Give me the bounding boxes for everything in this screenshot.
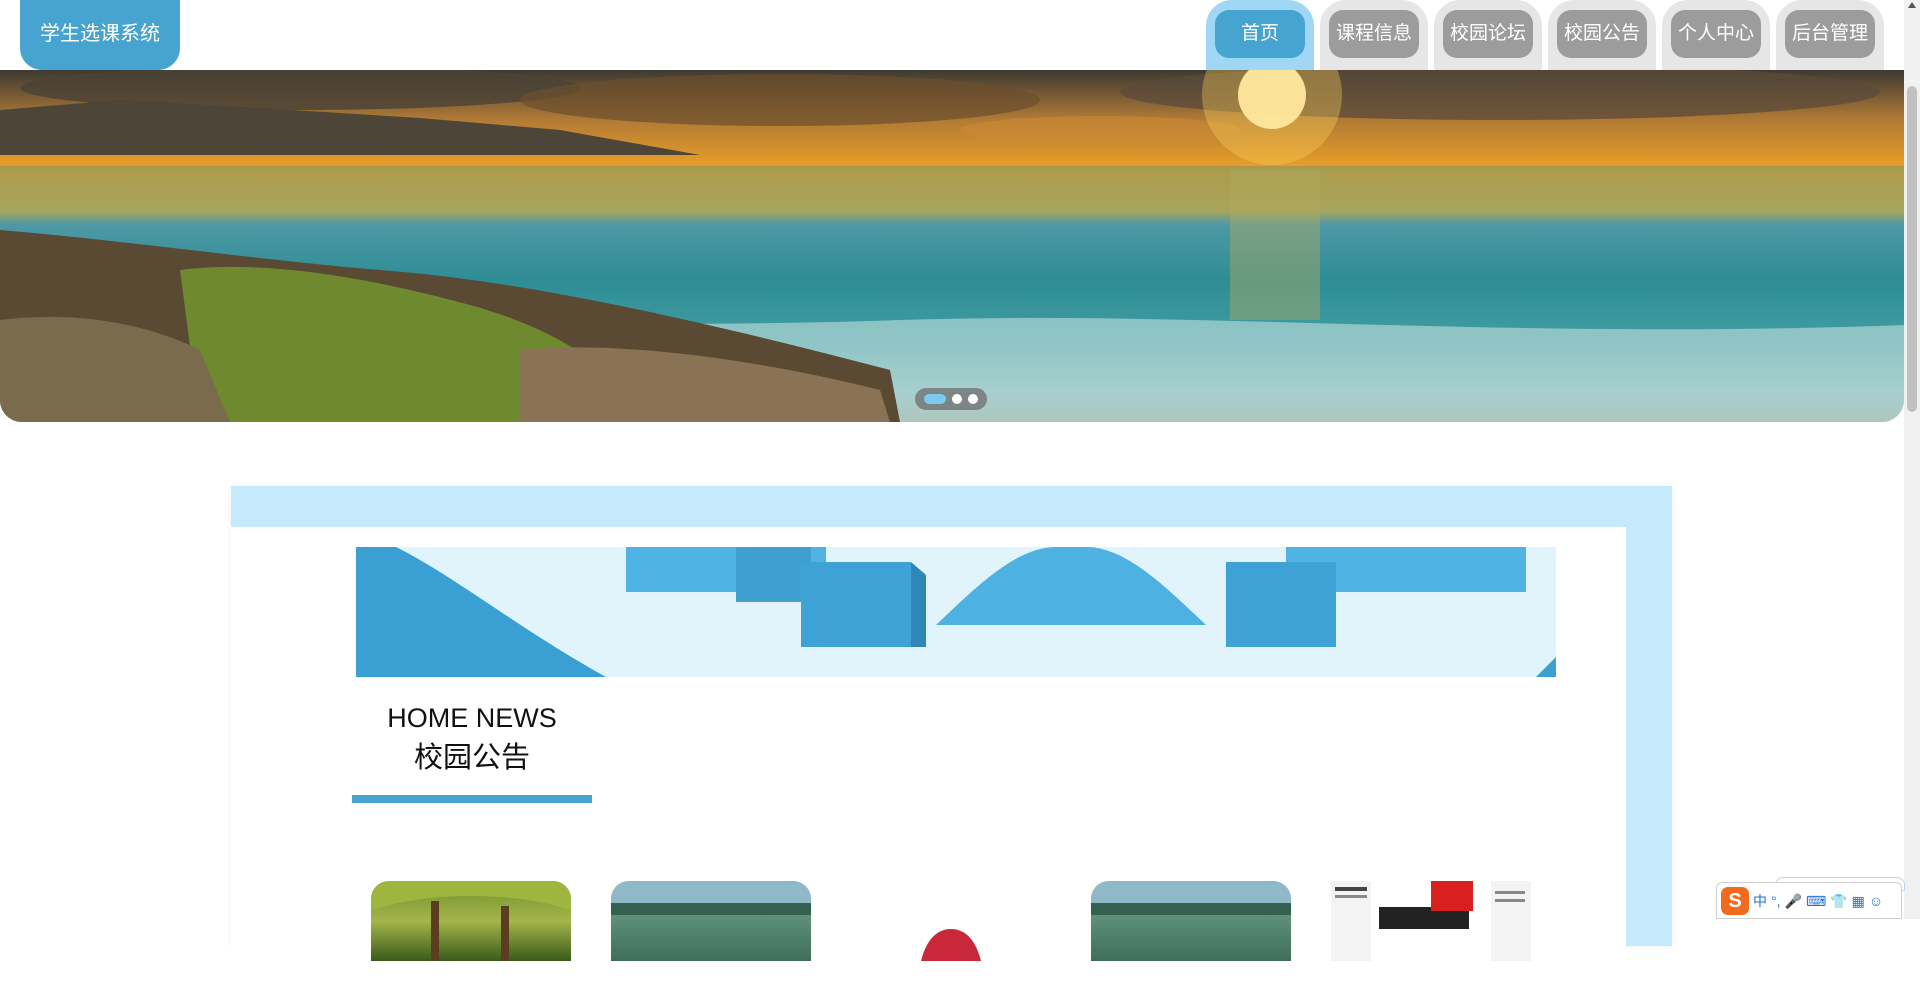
vertical-scrollbar[interactable] bbox=[1904, 0, 1920, 919]
nav-home[interactable]: 首页 bbox=[1206, 0, 1314, 70]
carousel-dot-1[interactable] bbox=[924, 394, 946, 404]
nav-home-label: 首页 bbox=[1215, 10, 1305, 58]
nav-course-info-label: 课程信息 bbox=[1329, 10, 1419, 58]
news-thumbnail-forest[interactable] bbox=[371, 881, 571, 961]
nav-course-info[interactable]: 课程信息 bbox=[1320, 0, 1428, 70]
news-banner-image bbox=[356, 547, 1556, 677]
ime-skin-icon[interactable]: 👕 bbox=[1830, 891, 1847, 911]
nav-forum-label: 校园论坛 bbox=[1443, 10, 1533, 58]
nav-announcements-label: 校园公告 bbox=[1557, 10, 1647, 58]
ime-lang-toggle[interactable]: 中 bbox=[1753, 891, 1767, 911]
news-content: HOME NEWS 校园公告 bbox=[231, 527, 1626, 987]
news-thumbnail-newspaper[interactable] bbox=[1331, 881, 1531, 961]
nav-personal-center-label: 个人中心 bbox=[1671, 10, 1761, 58]
carousel-dot-2[interactable] bbox=[952, 394, 962, 404]
ime-emoji-icon[interactable]: ☺ bbox=[1869, 891, 1883, 911]
ime-keyboard-icon[interactable]: ⌨ bbox=[1806, 891, 1826, 911]
nav-personal-center[interactable]: 个人中心 bbox=[1662, 0, 1770, 70]
news-title-underline bbox=[352, 795, 592, 803]
ime-mic-icon[interactable]: 🎤 bbox=[1785, 891, 1802, 911]
ime-toolbar: S 中 °, 🎤 ⌨ 👕 ▦ ☺ bbox=[1716, 882, 1902, 919]
news-thumbnail-flag[interactable] bbox=[851, 881, 1051, 961]
carousel-dots bbox=[915, 388, 987, 410]
main-nav: 首页 课程信息 校园论坛 校园公告 个人中心 后台管理 bbox=[1206, 0, 1884, 70]
nav-admin[interactable]: 后台管理 bbox=[1776, 0, 1884, 70]
hero-carousel[interactable] bbox=[0, 70, 1904, 422]
ime-punct-icon[interactable]: °, bbox=[1771, 891, 1781, 911]
news-thumbnail-lake-1[interactable] bbox=[611, 881, 811, 961]
site-header: 学生选课系统 首页 课程信息 校园论坛 校园公告 个人中心 后台管理 bbox=[0, 0, 1904, 70]
news-title-cn: 校园公告 bbox=[413, 742, 530, 774]
site-logo[interactable]: 学生选课系统 bbox=[20, 0, 180, 70]
nav-admin-label: 后台管理 bbox=[1785, 10, 1875, 58]
nav-announcements[interactable]: 校园公告 bbox=[1548, 0, 1656, 70]
sogou-logo-icon[interactable]: S bbox=[1721, 886, 1749, 915]
carousel-dot-3[interactable] bbox=[968, 394, 978, 404]
scroll-up-arrow-icon[interactable] bbox=[1908, 2, 1916, 8]
news-title-en: HOME NEWS bbox=[387, 703, 557, 733]
nav-forum[interactable]: 校园论坛 bbox=[1434, 0, 1542, 70]
sunset-sea-image bbox=[0, 70, 1904, 422]
ime-toolbox-icon[interactable]: ▦ bbox=[1852, 891, 1865, 911]
news-thumbnail-lake-2[interactable] bbox=[1091, 881, 1291, 961]
news-heading: HOME NEWS 校园公告 bbox=[352, 699, 592, 779]
news-section: HOME NEWS 校园公告 bbox=[231, 486, 1672, 987]
scroll-thumb[interactable] bbox=[1907, 86, 1917, 412]
